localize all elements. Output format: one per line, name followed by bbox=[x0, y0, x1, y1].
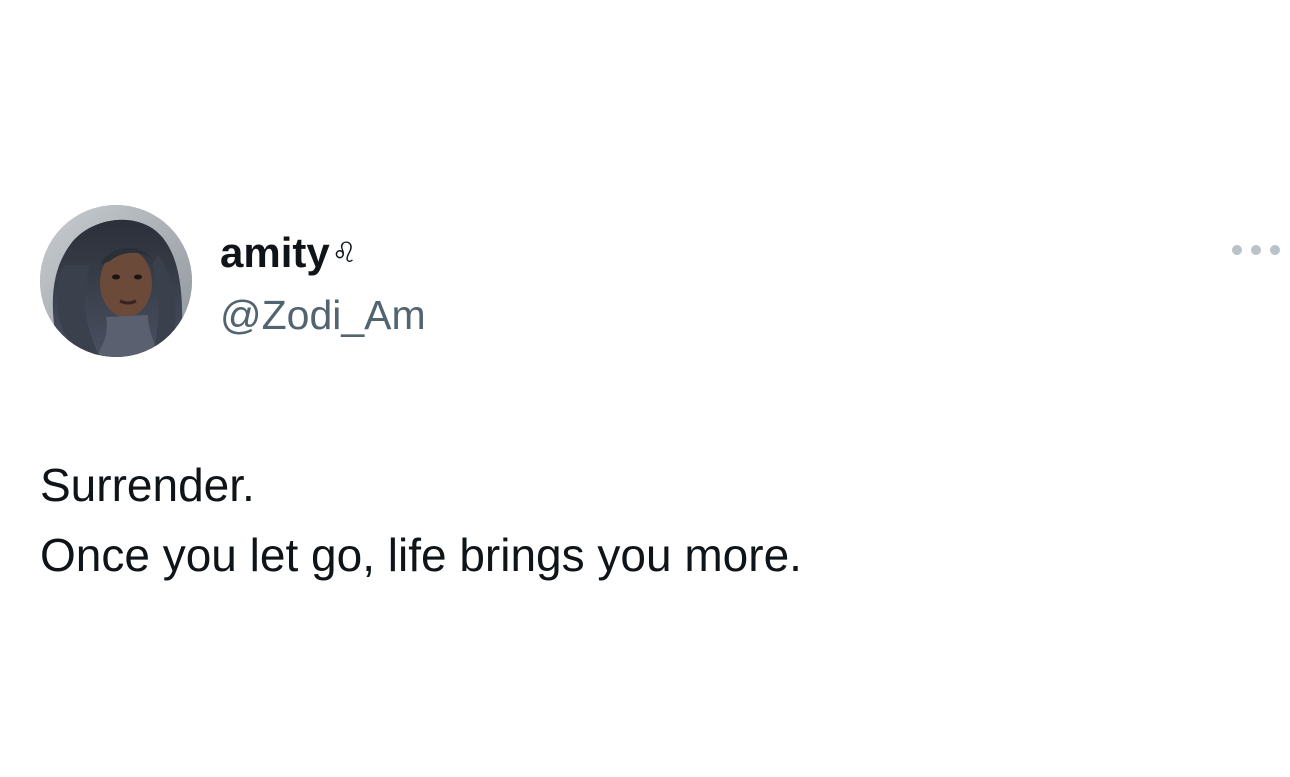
tweet-line: Once you let go, life brings you more. bbox=[40, 529, 802, 581]
author-name-row[interactable]: amity ♌ bbox=[220, 228, 357, 278]
display-name[interactable]: amity bbox=[220, 228, 330, 278]
tweet-card: amity ♌ @Zodi_Am Surrender. Once you let… bbox=[0, 0, 1290, 777]
leo-zodiac-icon: ♌ bbox=[331, 236, 357, 269]
more-options-button[interactable] bbox=[1226, 232, 1286, 268]
more-options-icon bbox=[1232, 245, 1280, 255]
avatar[interactable] bbox=[40, 205, 192, 357]
tweet-line: Surrender. bbox=[40, 459, 255, 511]
tweet-text: Surrender. Once you let go, life brings … bbox=[40, 450, 1240, 590]
profile-photo-icon bbox=[40, 205, 192, 357]
author-handle[interactable]: @Zodi_Am bbox=[220, 290, 426, 340]
